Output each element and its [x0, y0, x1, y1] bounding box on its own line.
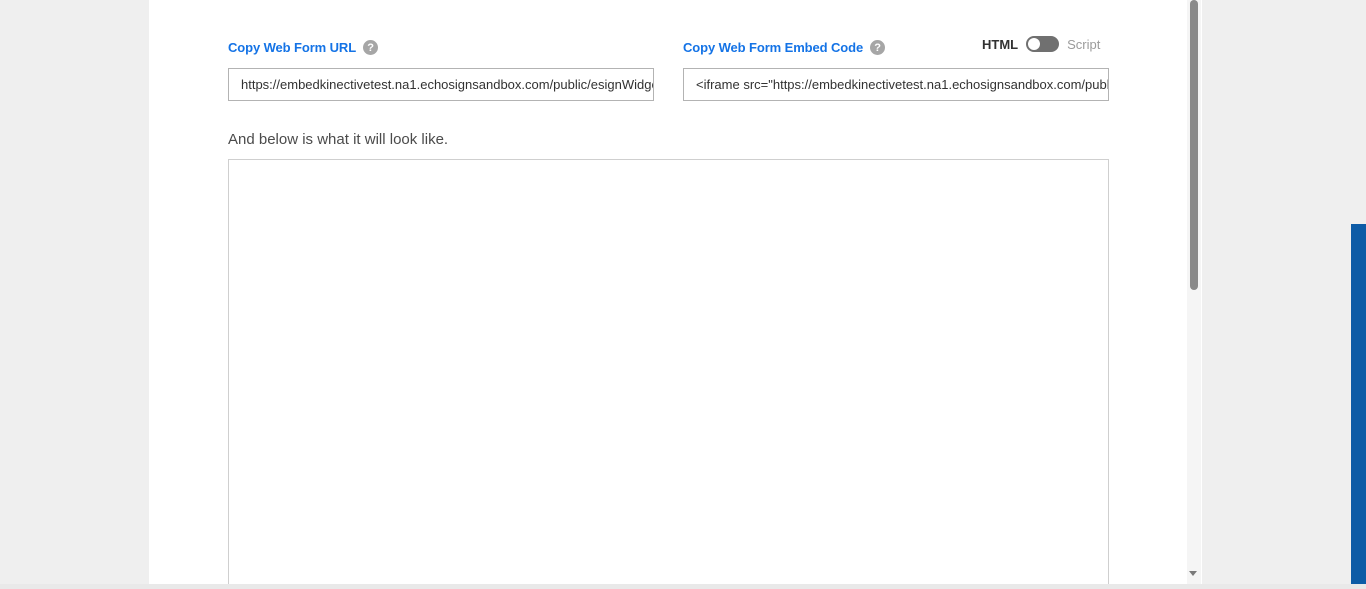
switch-knob: [1028, 38, 1041, 50]
web-form-panel: Copy Web Form URL ? https://embedkinecti…: [149, 0, 1202, 589]
help-icon[interactable]: ?: [870, 40, 886, 55]
scroll-down-arrow-icon[interactable]: [1189, 571, 1197, 576]
preview-caption: And below is what it will look like.: [228, 131, 449, 148]
embed-code-label: Copy Web Form Embed Code: [683, 40, 864, 55]
side-accent-bar: [1351, 224, 1366, 589]
embed-label-row: Copy Web Form Embed Code ?: [683, 40, 886, 55]
scrollbar-thumb[interactable]: [1190, 0, 1198, 290]
web-form-preview-frame: [228, 159, 1109, 589]
url-label-row: Copy Web Form URL ?: [228, 40, 379, 55]
web-form-url-field[interactable]: https://embedkinectivetest.na1.echosigns…: [228, 68, 654, 101]
help-icon[interactable]: ?: [363, 40, 379, 55]
web-form-url-label: Copy Web Form URL: [228, 40, 357, 55]
toggle-html-label: HTML: [982, 36, 1019, 52]
html-script-switch[interactable]: [1026, 36, 1060, 52]
bottom-strip: [0, 584, 1366, 589]
embed-code-field[interactable]: <iframe src="https://embedkinectivetest.…: [683, 68, 1109, 101]
embed-type-toggle: HTML Script: [982, 36, 1100, 52]
toggle-script-label: Script: [1067, 36, 1101, 52]
